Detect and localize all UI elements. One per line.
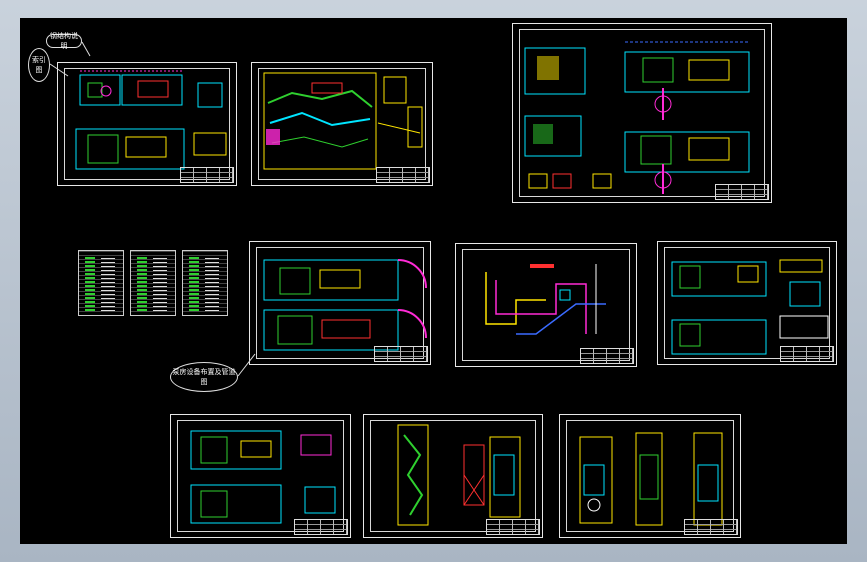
- sheet-linework: [524, 41, 750, 194]
- title-block: [684, 519, 738, 535]
- callout-label: 索引图: [32, 56, 46, 74]
- title-block: [294, 519, 348, 535]
- material-table[interactable]: [130, 250, 176, 316]
- drawing-sheet[interactable]: [170, 414, 351, 538]
- annotation-callout[interactable]: 索引图: [28, 48, 50, 82]
- drawing-sheet[interactable]: [363, 414, 543, 538]
- drawing-sheet[interactable]: [559, 414, 741, 538]
- annotation-callout[interactable]: 钢结构说明: [46, 32, 82, 50]
- table-column: [137, 255, 147, 311]
- table-column: [85, 255, 95, 311]
- table-column: [153, 255, 167, 311]
- callout-label: 钢结构说明: [50, 32, 78, 50]
- drawing-sheet[interactable]: [57, 62, 237, 186]
- drawing-sheet[interactable]: [455, 243, 637, 367]
- annotation-callout[interactable]: 泵房设备布置及管道图: [170, 362, 238, 392]
- table-column: [101, 255, 115, 311]
- material-table[interactable]: [78, 250, 124, 316]
- drawing-sheet[interactable]: [657, 241, 837, 365]
- title-block: [376, 167, 430, 183]
- title-block: [374, 346, 428, 362]
- table-column: [205, 255, 219, 311]
- title-block: [580, 348, 634, 364]
- drawing-sheet[interactable]: [249, 241, 431, 365]
- title-block: [780, 346, 834, 362]
- title-block: [180, 167, 234, 183]
- title-block: [715, 184, 769, 200]
- drawing-sheet[interactable]: [512, 23, 772, 203]
- drawing-sheet[interactable]: [251, 62, 433, 186]
- material-table[interactable]: [182, 250, 228, 316]
- table-column: [189, 255, 199, 311]
- title-block: [486, 519, 540, 535]
- callout-label: 泵房设备布置及管道图: [172, 368, 236, 386]
- model-space-canvas[interactable]: 钢结构说明 索引图 泵房设备布置及管道图: [20, 18, 847, 544]
